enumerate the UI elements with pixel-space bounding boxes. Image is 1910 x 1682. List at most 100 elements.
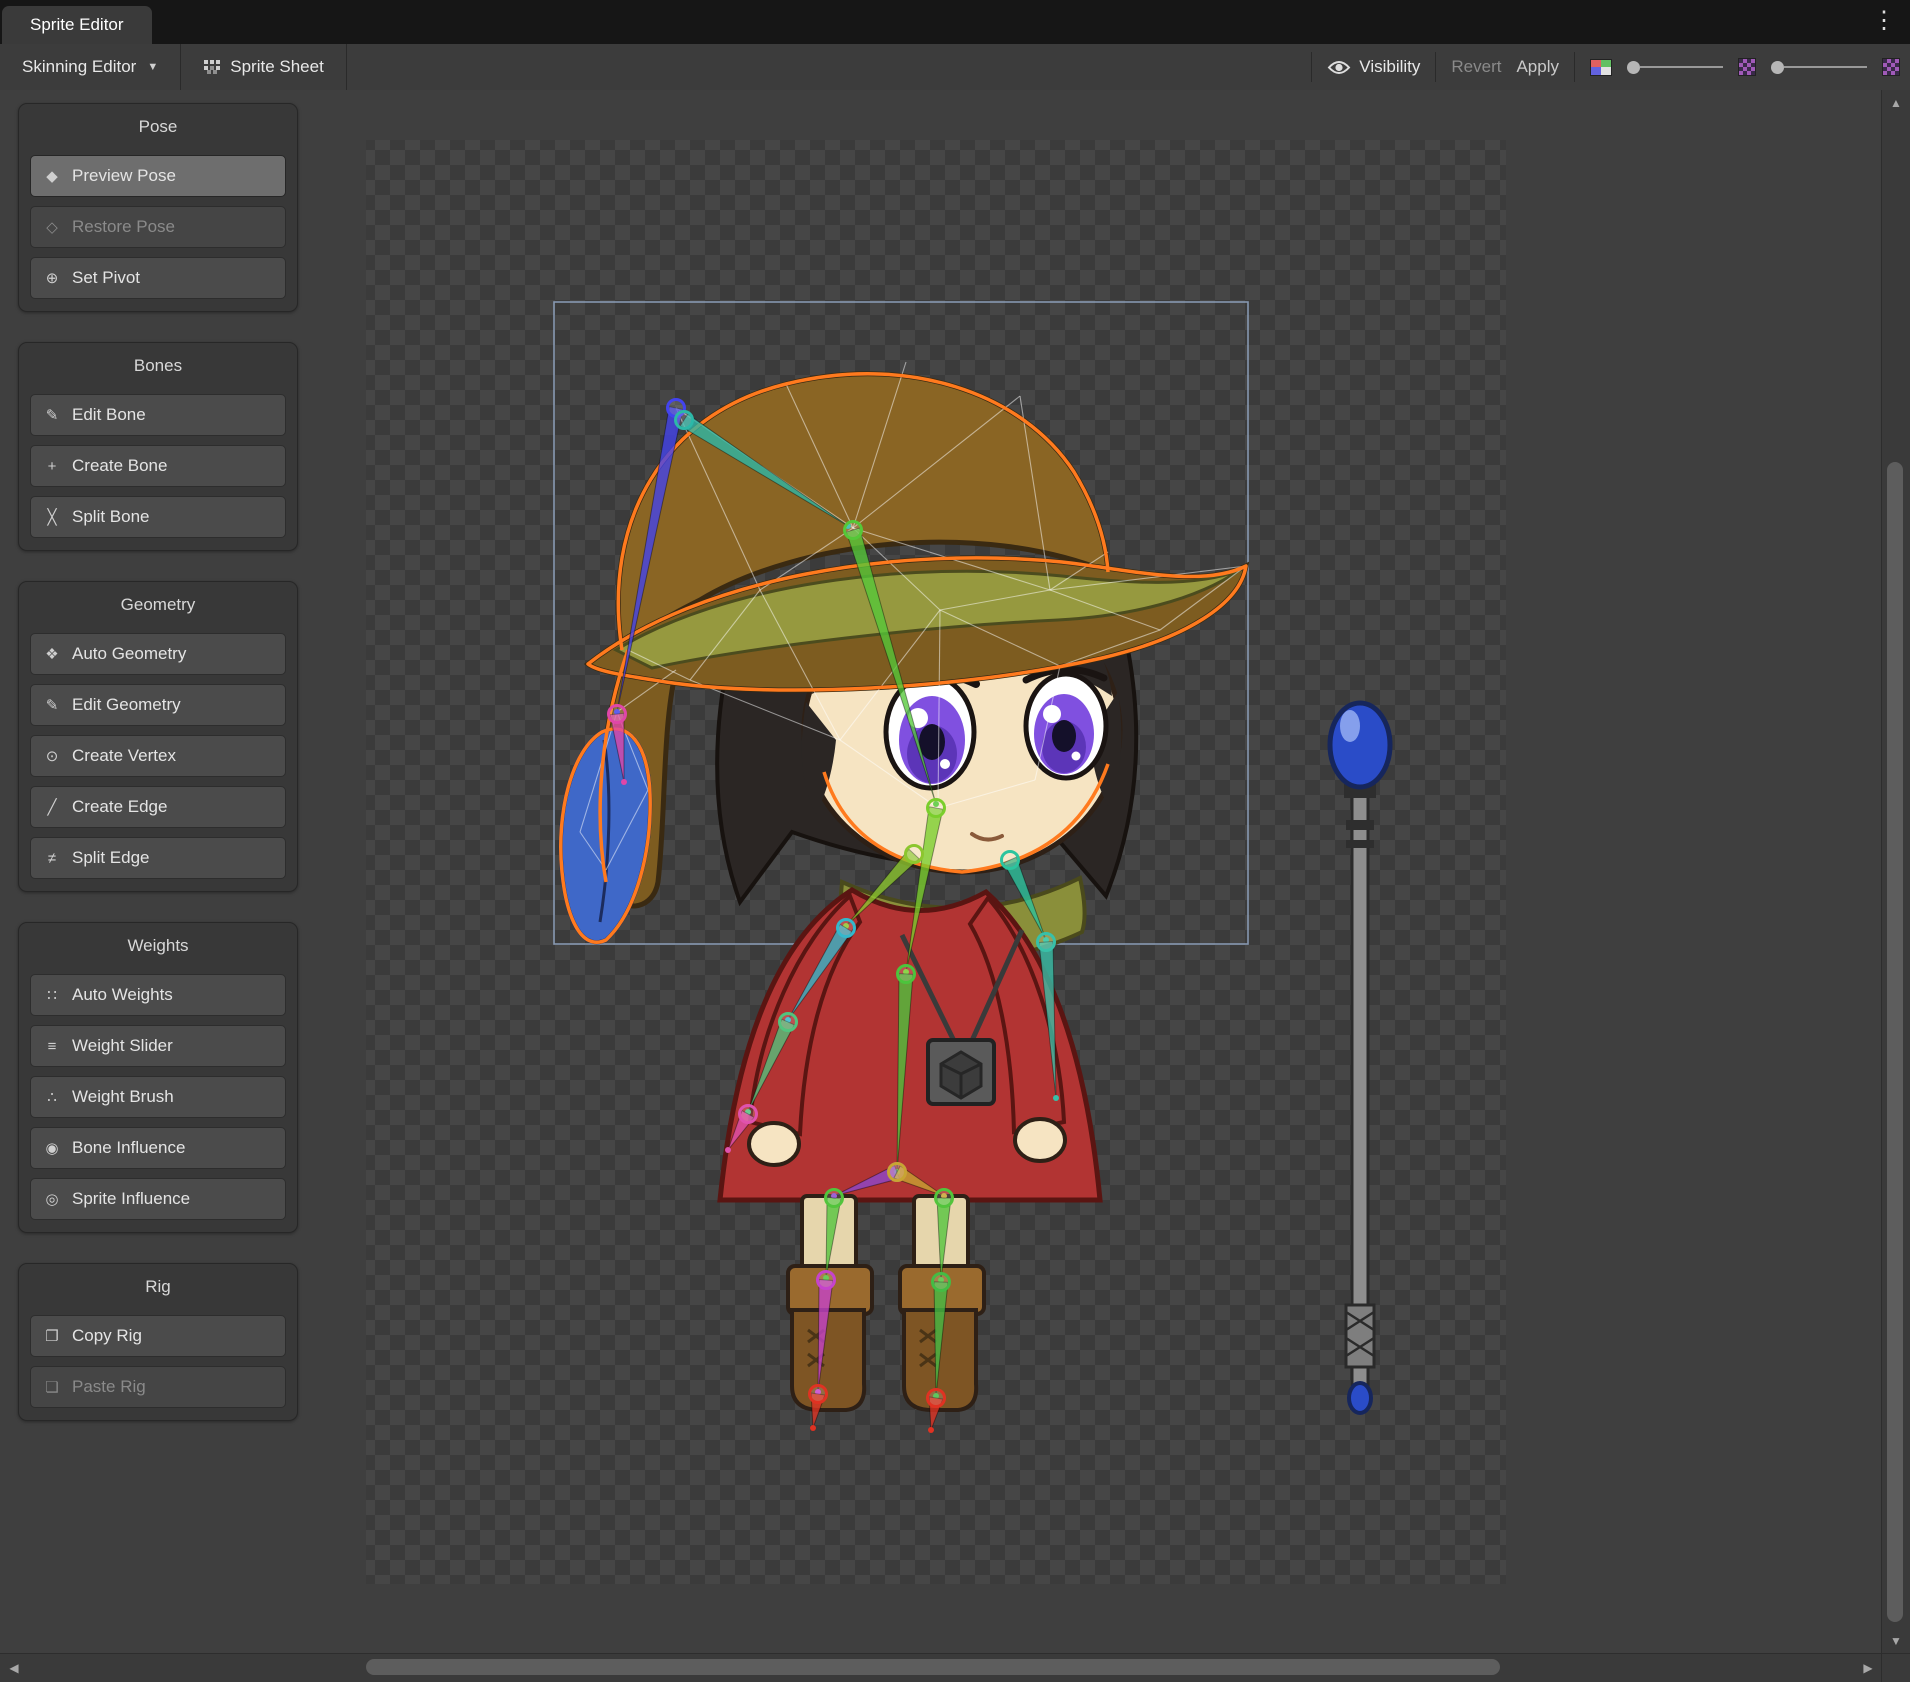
button-label: Edit Bone xyxy=(72,405,146,425)
toolbar-right-group: Visibility Revert Apply xyxy=(1311,44,1910,90)
auto-geometry-icon: ❖ xyxy=(42,645,62,663)
create-edge-icon: ╱ xyxy=(42,798,62,816)
edit-geometry-button[interactable]: ✎ Edit Geometry xyxy=(30,684,286,726)
preview-pose-button[interactable]: ◆Preview Pose xyxy=(30,155,286,197)
toolbar-separator xyxy=(1311,52,1312,82)
horizontal-scrollbar[interactable]: ◀ ▶ xyxy=(0,1653,1882,1682)
eye-icon xyxy=(1327,59,1351,76)
button-label: Auto Weights xyxy=(72,985,173,1005)
button-label: Create Edge xyxy=(72,797,167,817)
copy-rig-icon: ❐ xyxy=(42,1327,62,1345)
slider-track xyxy=(1640,66,1723,68)
create-edge-button[interactable]: ╱ Create Edge xyxy=(30,786,286,828)
button-label: Paste Rig xyxy=(72,1377,146,1397)
kebab-menu-icon[interactable]: ⋮ xyxy=(1872,6,1896,36)
vertical-scrollbar[interactable]: ▲ ▼ xyxy=(1881,90,1910,1654)
create-bone-button[interactable]: + Create Bone xyxy=(30,445,286,487)
sidebar: Pose ◆Preview Pose ◇Restore Pose ⊕ Set Pivot… xyxy=(18,103,298,1421)
copy-rig-button[interactable]: ❐ Copy Rig xyxy=(30,1315,286,1357)
split-bone-button[interactable]: ╳ Split Bone xyxy=(30,496,286,538)
sprite-sheet-label: Sprite Sheet xyxy=(230,57,324,77)
chevron-down-icon: ▼ xyxy=(147,61,158,73)
vertical-scroll-thumb[interactable] xyxy=(1887,462,1903,1622)
set-pivot-button[interactable]: ⊕ Set Pivot xyxy=(30,257,286,299)
revert-button: Revert xyxy=(1451,57,1501,77)
auto-geometry-button[interactable]: ❖ Auto Geometry xyxy=(30,633,286,675)
panel-title: Pose xyxy=(30,112,286,146)
scroll-left-arrow[interactable]: ◀ xyxy=(2,1654,26,1682)
panel-title: Rig xyxy=(30,1272,286,1306)
weight-brush-icon: ∴ xyxy=(42,1088,62,1106)
weight-slider-icon: ≡ xyxy=(42,1038,62,1055)
button-label: Weight Slider xyxy=(72,1036,173,1056)
scroll-up-arrow[interactable]: ▲ xyxy=(1882,92,1910,114)
slider-knob[interactable] xyxy=(1627,61,1640,74)
auto-weights-icon: ∷ xyxy=(42,986,62,1004)
visibility-button[interactable]: Visibility xyxy=(1327,57,1420,77)
scrollbar-corner xyxy=(1881,1653,1910,1682)
staff-pole xyxy=(1352,790,1368,1390)
button-label: Create Bone xyxy=(72,456,167,476)
create-vertex-icon: ⊙ xyxy=(42,747,62,765)
sprite-sheet-icon xyxy=(203,59,221,75)
right-eye xyxy=(1026,669,1106,778)
panel-title: Bones xyxy=(30,351,286,385)
button-label: Preview Pose xyxy=(72,166,176,186)
apply-button[interactable]: Apply xyxy=(1516,57,1559,77)
sprite-sheet-button[interactable]: Sprite Sheet xyxy=(181,44,347,90)
button-label: Sprite Influence xyxy=(72,1189,190,1209)
toolbar-separator xyxy=(1574,52,1575,82)
set-pivot-icon: ⊕ xyxy=(42,269,62,287)
tab-title: Sprite Editor xyxy=(30,15,124,35)
bone-influence-button[interactable]: ◉Bone Influence xyxy=(30,1127,286,1169)
bone-opacity-slider[interactable] xyxy=(1771,61,1867,74)
button-label: Edit Geometry xyxy=(72,695,181,715)
skinning-editor-label: Skinning Editor xyxy=(22,57,136,77)
split-edge-button[interactable]: ≠ Split Edge xyxy=(30,837,286,879)
split-edge-icon: ≠ xyxy=(42,850,62,867)
mesh-opacity-icon xyxy=(1738,58,1756,76)
horizontal-scroll-thumb[interactable] xyxy=(366,1659,1500,1675)
weight-slider-button[interactable]: ≡ Weight Slider xyxy=(30,1025,286,1067)
window-tab-strip: Sprite Editor ⋮ xyxy=(0,0,1910,44)
button-label: Auto Geometry xyxy=(72,644,186,664)
sprite-influence-button[interactable]: ◎Sprite Influence xyxy=(30,1178,286,1220)
create-bone-icon: + xyxy=(42,458,62,475)
left-boot xyxy=(792,1310,864,1410)
edit-geometry-icon: ✎ xyxy=(42,696,62,714)
alpha-checker-icon xyxy=(1882,58,1900,76)
edit-bone-button[interactable]: ✎ Edit Bone xyxy=(30,394,286,436)
toolbar-separator xyxy=(1435,52,1436,82)
panel-title: Weights xyxy=(30,931,286,965)
create-vertex-button[interactable]: ⊙ Create Vertex xyxy=(30,735,286,777)
color-swatch-icon[interactable] xyxy=(1590,59,1612,76)
button-label: Create Vertex xyxy=(72,746,176,766)
scroll-right-arrow[interactable]: ▶ xyxy=(1856,1654,1880,1682)
restore-pose-button: ◇Restore Pose xyxy=(30,206,286,248)
auto-weights-button[interactable]: ∷ Auto Weights xyxy=(30,974,286,1016)
skinning-editor-dropdown[interactable]: Skinning Editor ▼ xyxy=(0,44,181,90)
panel-pose: Pose ◆Preview Pose ◇Restore Pose ⊕ Set Pivot xyxy=(18,103,298,312)
panel-weights: Weights ∷ Auto Weights ≡ Weight Slider ∴ Weigh… xyxy=(18,922,298,1233)
button-label: Weight Brush xyxy=(72,1087,174,1107)
restore-pose-icon: ◇ xyxy=(42,218,62,236)
staff-gem xyxy=(1349,1383,1371,1413)
visibility-label: Visibility xyxy=(1359,57,1420,77)
button-label: Split Edge xyxy=(72,848,150,868)
panel-rig: Rig❐Copy Rig❏Paste Rig xyxy=(18,1263,298,1421)
tab-sprite-editor[interactable]: Sprite Editor xyxy=(2,6,152,44)
button-label: Bone Influence xyxy=(72,1138,185,1158)
weight-brush-button[interactable]: ∴ Weight Brush xyxy=(30,1076,286,1118)
shaded-opacity-slider[interactable] xyxy=(1627,61,1723,74)
split-bone-icon: ╳ xyxy=(42,508,62,526)
slider-track xyxy=(1784,66,1867,68)
right-hand xyxy=(1015,1119,1065,1161)
scroll-down-arrow[interactable]: ▼ xyxy=(1882,1630,1910,1652)
panel-bones: Bones ✎ Edit Bone + Create Bone ╳ Split Bone xyxy=(18,342,298,551)
left-hand xyxy=(749,1123,799,1165)
edit-bone-icon: ✎ xyxy=(42,406,62,424)
button-label: Set Pivot xyxy=(72,268,140,288)
slider-knob[interactable] xyxy=(1771,61,1784,74)
button-label: Copy Rig xyxy=(72,1326,142,1346)
button-label: Split Bone xyxy=(72,507,150,527)
